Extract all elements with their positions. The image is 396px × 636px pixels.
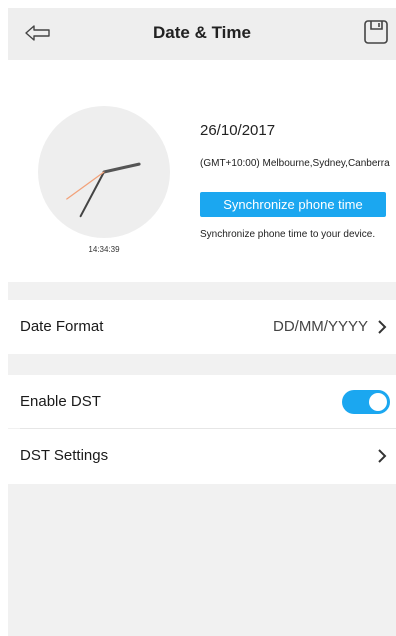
toggle-knob bbox=[369, 393, 387, 411]
date-format-label: Date Format bbox=[20, 318, 104, 335]
save-icon bbox=[364, 20, 388, 44]
clock-face bbox=[38, 106, 170, 238]
save-button[interactable] bbox=[362, 18, 390, 46]
device-time-panel: 14:34:39 26/10/2017 (GMT+10:00) Melbourn… bbox=[8, 60, 396, 282]
date-format-row[interactable]: Date Format DD/MM/YYYY bbox=[8, 300, 396, 354]
synchronize-phone-time-button[interactable]: Synchronize phone time bbox=[200, 192, 386, 217]
enable-dst-label: Enable DST bbox=[20, 393, 101, 410]
header-bar: Date & Time bbox=[8, 8, 396, 60]
clock-time-label: 14:34:39 bbox=[88, 245, 120, 254]
dst-settings-row[interactable]: DST Settings bbox=[8, 429, 396, 484]
screen: Date & Time 14:34:39 26/10/2017 (GMT+10:… bbox=[8, 8, 396, 636]
device-date: 26/10/2017 bbox=[200, 122, 276, 139]
sync-description: Synchronize phone time to your device. bbox=[200, 229, 376, 240]
date-format-value: DD/MM/YYYY bbox=[272, 318, 368, 335]
chevron-right-icon bbox=[378, 320, 387, 334]
analog-clock bbox=[36, 104, 172, 240]
chevron-right-icon bbox=[378, 449, 387, 463]
page-title: Date & Time bbox=[153, 23, 251, 42]
enable-dst-toggle[interactable] bbox=[342, 390, 390, 414]
enable-dst-row: Enable DST bbox=[8, 375, 396, 428]
dst-settings-label: DST Settings bbox=[20, 447, 109, 464]
device-timezone: (GMT+10:00) Melbourne,Sydney,Canberra bbox=[200, 158, 390, 169]
